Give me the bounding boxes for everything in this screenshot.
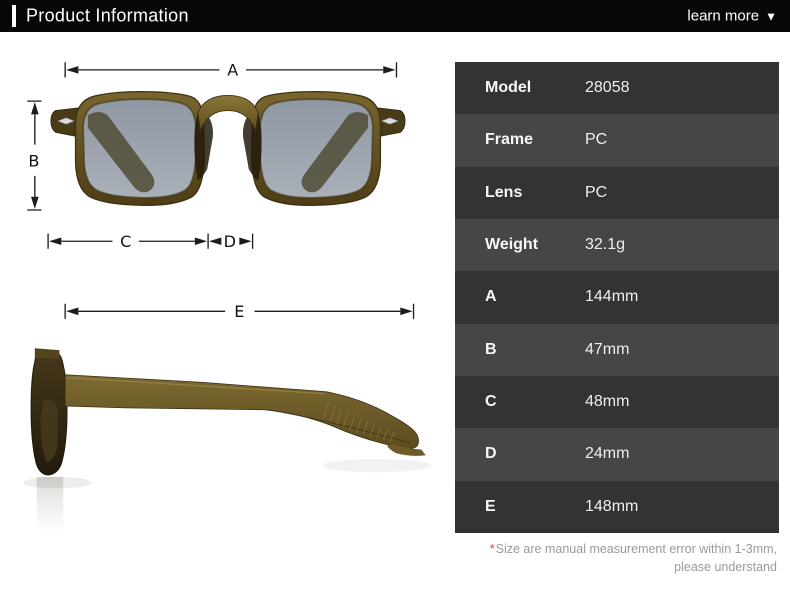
dim-c-arrow: C	[47, 232, 209, 251]
spec-label: C	[485, 393, 497, 411]
table-row: D 24mm	[455, 428, 779, 481]
table-row: E 148mm	[455, 480, 779, 533]
dim-e-label: E	[234, 302, 244, 321]
spec-value: 48mm	[585, 393, 630, 411]
spec-label: Frame	[485, 131, 534, 149]
page-title: Product Information	[26, 5, 189, 26]
spec-label: D	[485, 445, 497, 463]
sunglasses-side-view	[23, 348, 432, 532]
dim-b-arrow: B	[27, 100, 42, 211]
spec-label: A	[485, 288, 497, 306]
spec-value: PC	[585, 183, 608, 201]
table-row: Weight 32.1g	[455, 218, 779, 272]
spec-value: 144mm	[585, 288, 639, 306]
table-row: B 47mm	[455, 323, 779, 376]
spec-value: 47mm	[585, 340, 630, 358]
dim-a-label: A	[227, 61, 238, 80]
table-row: Model 28058	[455, 62, 779, 115]
dim-c-label: C	[120, 232, 131, 251]
dim-e-arrow: E	[64, 302, 415, 321]
product-information-page: Product Information learn more ▼ A B C D…	[0, 0, 790, 601]
spec-value: 32.1g	[585, 236, 626, 254]
accent-bar	[12, 5, 16, 27]
dim-a-arrow: A	[64, 61, 398, 80]
dimension-diagram: A B C D E	[23, 61, 432, 532]
spec-table: Model 28058 Frame PC Lens PC Weight 32.1…	[455, 62, 779, 533]
chevron-down-icon: ▼	[765, 9, 777, 23]
asterisk: *	[489, 542, 495, 556]
spec-label: E	[485, 497, 496, 515]
table-row: C 48mm	[455, 375, 779, 429]
spec-label: Model	[485, 79, 532, 97]
spec-value: 24mm	[585, 445, 630, 463]
table-row: A 144mm	[455, 271, 779, 324]
learn-more-button[interactable]: learn more ▼	[687, 8, 777, 25]
dim-b-label: B	[28, 151, 39, 170]
spec-value: 28058	[585, 79, 630, 97]
disclaimer-line1: Size are manual measurement error within…	[495, 542, 777, 556]
dim-d-label: D	[224, 232, 236, 251]
section-header: Product Information learn more ▼	[0, 0, 790, 32]
spec-label: Weight	[485, 236, 539, 254]
sunglasses-front-view	[50, 90, 406, 207]
spec-value: 148mm	[585, 497, 639, 515]
spec-label: B	[485, 340, 497, 358]
table-row: Frame PC	[455, 114, 779, 167]
disclaimer-line2: please understand	[674, 560, 777, 575]
table-row: Lens PC	[455, 166, 779, 219]
size-disclaimer: *Size are manual measurement error withi…	[490, 540, 777, 576]
spec-value: PC	[585, 131, 608, 149]
learn-more-label: learn more	[687, 7, 760, 25]
dim-d-arrow: D	[209, 232, 254, 251]
spec-label: Lens	[485, 183, 523, 201]
